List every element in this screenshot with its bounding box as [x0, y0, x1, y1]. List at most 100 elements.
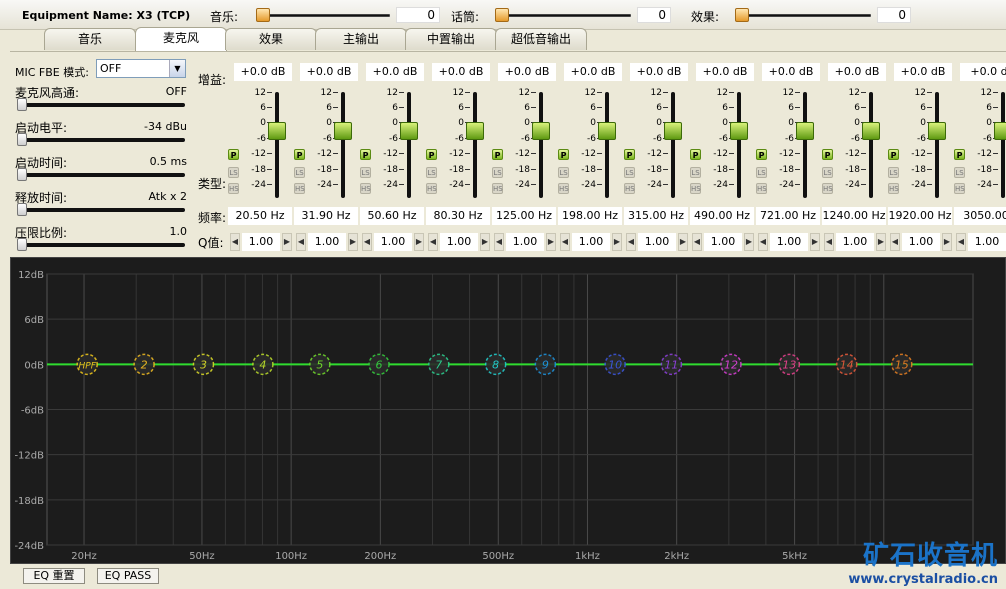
q-increase-button[interactable]: ▶: [546, 233, 556, 251]
high-shelf-type-button[interactable]: HS: [492, 183, 503, 194]
tab-music[interactable]: 音乐: [44, 28, 136, 50]
q-decrease-button[interactable]: ◀: [758, 233, 768, 251]
q-value[interactable]: 1.00: [440, 233, 478, 251]
q-increase-button[interactable]: ▶: [480, 233, 490, 251]
control-slider-knob[interactable]: [17, 98, 27, 111]
low-shelf-type-button[interactable]: LS: [954, 167, 965, 178]
effect-slider-knob[interactable]: [735, 8, 749, 22]
high-shelf-type-button[interactable]: HS: [954, 183, 965, 194]
gain-fader-track[interactable]: [671, 92, 675, 198]
control-slider-track[interactable]: [17, 243, 185, 247]
gain-fader-knob[interactable]: [664, 122, 682, 140]
music-slider-knob[interactable]: [256, 8, 270, 22]
q-increase-button[interactable]: ▶: [348, 233, 358, 251]
tab-subwoofer-output[interactable]: 超低音输出: [495, 28, 587, 50]
gain-fader-track[interactable]: [605, 92, 609, 198]
frequency-value[interactable]: 31.90 Hz: [294, 207, 358, 225]
q-decrease-button[interactable]: ◀: [560, 233, 570, 251]
gain-fader-track[interactable]: [1001, 92, 1005, 198]
low-shelf-type-button[interactable]: LS: [492, 167, 503, 178]
gain-fader-track[interactable]: [935, 92, 939, 198]
mic-slider-knob[interactable]: [495, 8, 509, 22]
peak-type-button[interactable]: P: [624, 149, 635, 160]
high-shelf-type-button[interactable]: HS: [822, 183, 833, 194]
gain-fader-knob[interactable]: [994, 122, 1006, 140]
q-decrease-button[interactable]: ◀: [824, 233, 834, 251]
chevron-down-icon[interactable]: ▼: [169, 60, 185, 77]
gain-fader-knob[interactable]: [928, 122, 946, 140]
q-increase-button[interactable]: ▶: [282, 233, 292, 251]
mic-slider-track[interactable]: [497, 14, 631, 17]
frequency-value[interactable]: 1920.00 Hz: [888, 207, 952, 225]
q-value[interactable]: 1.00: [572, 233, 610, 251]
q-value[interactable]: 1.00: [968, 233, 1006, 251]
gain-fader-track[interactable]: [539, 92, 543, 198]
music-slider-track[interactable]: [258, 14, 390, 17]
q-value[interactable]: 1.00: [836, 233, 874, 251]
gain-fader-knob[interactable]: [466, 122, 484, 140]
control-slider-knob[interactable]: [17, 203, 27, 216]
q-value[interactable]: 1.00: [242, 233, 280, 251]
q-decrease-button[interactable]: ◀: [362, 233, 372, 251]
peak-type-button[interactable]: P: [228, 149, 239, 160]
q-value[interactable]: 1.00: [374, 233, 412, 251]
frequency-value[interactable]: 50.60 Hz: [360, 207, 424, 225]
tab-microphone[interactable]: 麦克风: [135, 27, 227, 51]
gain-value[interactable]: +0.0 dB: [564, 63, 622, 81]
q-value[interactable]: 1.00: [704, 233, 742, 251]
peak-type-button[interactable]: P: [492, 149, 503, 160]
q-decrease-button[interactable]: ◀: [494, 233, 504, 251]
gain-fader-track[interactable]: [803, 92, 807, 198]
gain-fader-track[interactable]: [275, 92, 279, 198]
q-increase-button[interactable]: ▶: [744, 233, 754, 251]
high-shelf-type-button[interactable]: HS: [426, 183, 437, 194]
q-decrease-button[interactable]: ◀: [626, 233, 636, 251]
frequency-value[interactable]: 1240.00 Hz: [822, 207, 886, 225]
peak-type-button[interactable]: P: [558, 149, 569, 160]
high-shelf-type-button[interactable]: HS: [360, 183, 371, 194]
gain-value[interactable]: +0.0 dB: [762, 63, 820, 81]
q-decrease-button[interactable]: ◀: [956, 233, 966, 251]
gain-value[interactable]: +0.0 dB: [366, 63, 424, 81]
low-shelf-type-button[interactable]: LS: [756, 167, 767, 178]
control-slider-knob[interactable]: [17, 133, 27, 146]
q-increase-button[interactable]: ▶: [876, 233, 886, 251]
frequency-value[interactable]: 125.00 Hz: [492, 207, 556, 225]
q-increase-button[interactable]: ▶: [612, 233, 622, 251]
low-shelf-type-button[interactable]: LS: [690, 167, 701, 178]
gain-value[interactable]: +0.0 dB: [498, 63, 556, 81]
peak-type-button[interactable]: P: [822, 149, 833, 160]
fbe-mode-select[interactable]: OFF ▼: [96, 59, 186, 78]
peak-type-button[interactable]: P: [426, 149, 437, 160]
q-decrease-button[interactable]: ◀: [230, 233, 240, 251]
gain-fader-track[interactable]: [737, 92, 741, 198]
q-value[interactable]: 1.00: [638, 233, 676, 251]
high-shelf-type-button[interactable]: HS: [690, 183, 701, 194]
q-value[interactable]: 1.00: [506, 233, 544, 251]
gain-value[interactable]: +0.0 dB: [894, 63, 952, 81]
eq-pass-button[interactable]: EQ PASS: [97, 568, 159, 584]
control-slider-knob[interactable]: [17, 238, 27, 251]
q-decrease-button[interactable]: ◀: [890, 233, 900, 251]
eq-reset-button[interactable]: EQ 重置: [23, 568, 85, 584]
frequency-value[interactable]: 3050.00: [954, 207, 1006, 225]
gain-fader-knob[interactable]: [334, 122, 352, 140]
effect-slider-track[interactable]: [737, 14, 871, 17]
gain-fader-knob[interactable]: [400, 122, 418, 140]
control-slider-track[interactable]: [17, 138, 185, 142]
q-increase-button[interactable]: ▶: [810, 233, 820, 251]
eq-response-svg[interactable]: 12dB 6dB 0dB -6dB -12dB -18dB -24dB 20Hz 50Hz 100…: [11, 258, 1005, 563]
low-shelf-type-button[interactable]: LS: [294, 167, 305, 178]
gain-fader-track[interactable]: [341, 92, 345, 198]
gain-value[interactable]: +0.0 dB: [300, 63, 358, 81]
tab-main-output[interactable]: 主输出: [315, 28, 407, 50]
q-value[interactable]: 1.00: [308, 233, 346, 251]
gain-fader-knob[interactable]: [862, 122, 880, 140]
gain-fader-track[interactable]: [473, 92, 477, 198]
low-shelf-type-button[interactable]: LS: [426, 167, 437, 178]
control-slider-track[interactable]: [17, 173, 185, 177]
low-shelf-type-button[interactable]: LS: [888, 167, 899, 178]
low-shelf-type-button[interactable]: LS: [822, 167, 833, 178]
q-increase-button[interactable]: ▶: [678, 233, 688, 251]
q-increase-button[interactable]: ▶: [942, 233, 952, 251]
